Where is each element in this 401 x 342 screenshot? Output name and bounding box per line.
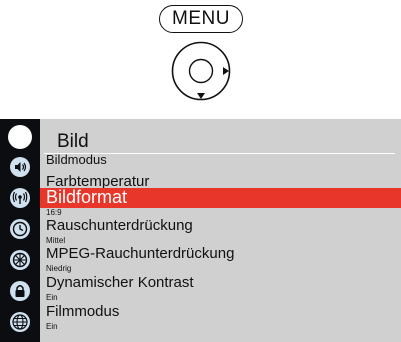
- antenna-icon[interactable]: [7, 185, 33, 211]
- menu-item-rauschunterdrueckung[interactable]: Rauschunterdrückung: [46, 217, 193, 234]
- menu-item-bildformat-label: Bildformat: [46, 187, 128, 207]
- navigation-pad[interactable]: [171, 41, 231, 101]
- rauschunterdrueckung-value: Mittel: [46, 236, 66, 245]
- speaker-icon[interactable]: [7, 154, 33, 180]
- clock-icon[interactable]: [7, 216, 33, 242]
- lock-icon[interactable]: [7, 278, 33, 304]
- bildformat-value: 16:9: [46, 208, 62, 217]
- filmmodus-value: Ein: [46, 322, 58, 331]
- menu-item-bildmodus[interactable]: Bildmodus: [46, 152, 107, 167]
- globe-icon[interactable]: [7, 309, 33, 335]
- navigation-ring-icon: [171, 41, 231, 101]
- tv-menu-panel: Bild Bildmodus Farbtemperatur Bildformat…: [0, 119, 401, 342]
- menu-item-dynamischer-kontrast[interactable]: Dynamischer Kontrast: [46, 274, 194, 291]
- menu-title: Bild: [57, 131, 89, 152]
- menu-item-filmmodus[interactable]: Filmmodus: [46, 303, 119, 320]
- picture-circle-icon[interactable]: [7, 124, 33, 150]
- menu-item-bildformat-selected[interactable]: Bildformat: [40, 187, 401, 208]
- menu-content: Bild Bildmodus Farbtemperatur Bildformat…: [40, 119, 401, 342]
- menu-item-mpeg-rauchunterdrueckung[interactable]: MPEG-Rauchunterdrückung: [46, 245, 234, 262]
- menu-button[interactable]: MENU: [159, 5, 243, 33]
- menu-sidebar: [0, 119, 40, 342]
- dynamischer-kontrast-value: Ein: [46, 293, 58, 302]
- settings-wheel-icon[interactable]: [7, 247, 33, 273]
- mpeg-rauchunterdrueckung-value: Niedrig: [46, 264, 72, 273]
